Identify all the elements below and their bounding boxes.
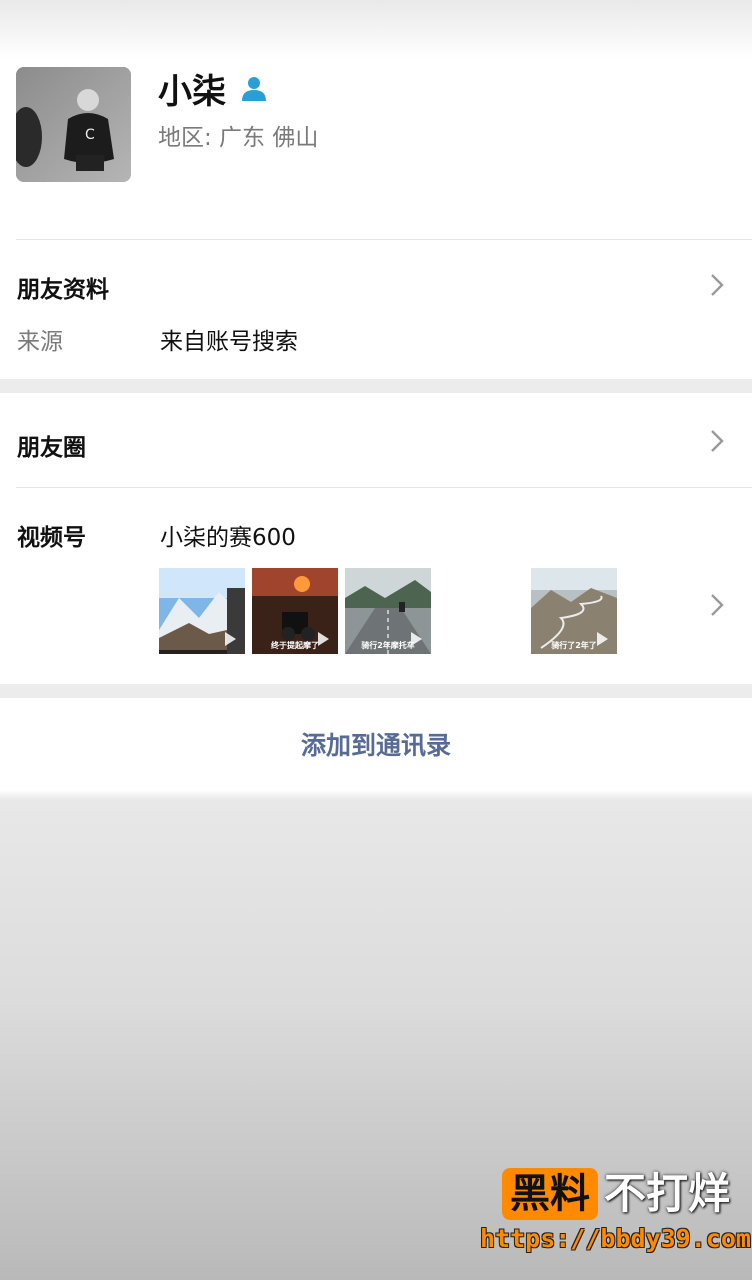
- source-value: 来自账号搜索: [160, 329, 298, 355]
- profile-header: C 小柒 地区: 广东 佛山: [0, 0, 752, 240]
- channels-value: 小柒的赛600: [160, 525, 296, 551]
- moments-row[interactable]: 朋友圈: [0, 393, 752, 487]
- section-gap: [0, 684, 752, 698]
- person-icon: [240, 75, 268, 103]
- chevron-right-icon: [711, 274, 724, 296]
- channels-row[interactable]: 视频号 小柒的赛600 终于提起摩了 骑行2年摩托车 骑行了2年了: [0, 488, 752, 683]
- moments-section: 朋友圈 视频号 小柒的赛600 终于提起摩了 骑行2年摩托车 骑行了2年了: [0, 393, 752, 683]
- video-thumbnail[interactable]: 骑行了2年了: [531, 568, 617, 654]
- svg-text:C: C: [85, 127, 95, 143]
- friend-info-section[interactable]: 朋友资料 来源 来自账号搜索: [0, 240, 752, 378]
- channels-label: 视频号: [17, 525, 86, 551]
- play-icon: [225, 632, 236, 646]
- watermark: 黑料 不打烊 https://bbdy39.com: [480, 1168, 751, 1258]
- friend-info-title: 朋友资料: [17, 277, 109, 303]
- play-icon: [411, 632, 422, 646]
- profile-name: 小柒: [158, 72, 226, 112]
- section-gap: [0, 379, 752, 393]
- watermark-text: 不打烊: [603, 1169, 730, 1218]
- watermark-box-text: 黑料: [501, 1168, 598, 1220]
- watermark-url: https://bbdy39.com: [480, 1224, 751, 1253]
- chevron-right-icon: [711, 430, 724, 452]
- video-thumbnail[interactable]: 终于提起摩了: [252, 568, 338, 654]
- play-icon: [318, 632, 329, 646]
- avatar[interactable]: C: [16, 67, 131, 182]
- moments-title: 朋友圈: [17, 435, 86, 461]
- add-to-contacts-button[interactable]: 添加到通讯录: [0, 698, 752, 790]
- video-thumbnail[interactable]: 骑行2年摩托车: [345, 568, 431, 654]
- source-label: 来源: [17, 329, 63, 355]
- video-thumbnail[interactable]: [159, 568, 245, 654]
- chevron-right-icon: [711, 594, 724, 616]
- region-text: 地区: 广东 佛山: [158, 125, 319, 151]
- play-icon: [597, 632, 608, 646]
- add-contact-section: 添加到通讯录: [0, 698, 752, 790]
